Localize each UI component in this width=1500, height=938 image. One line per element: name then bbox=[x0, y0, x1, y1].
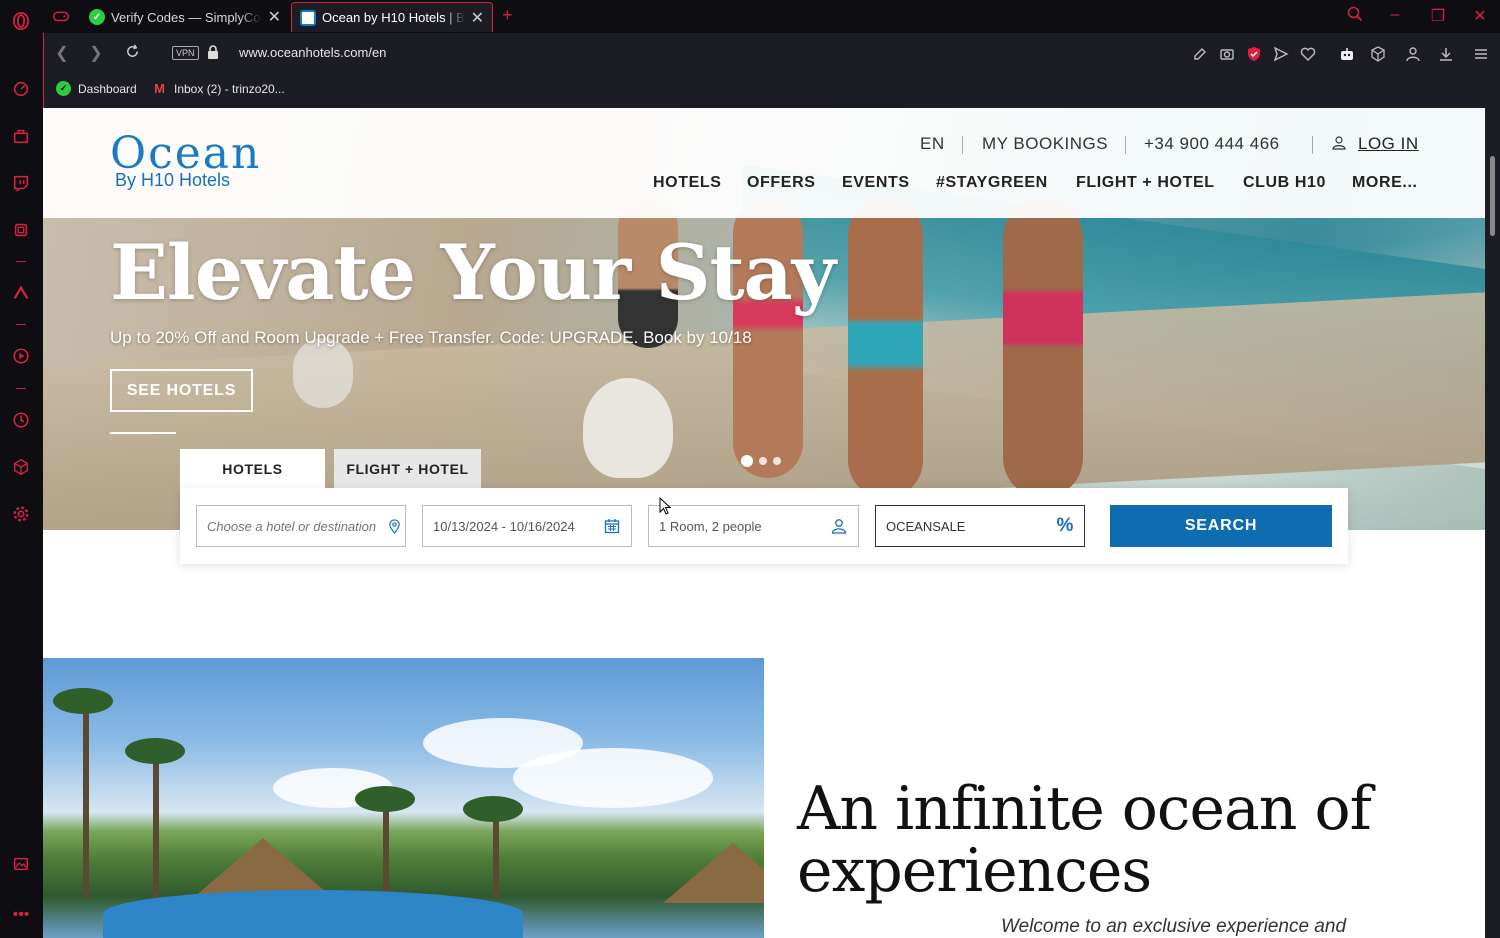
guests-value: 1 Room, 2 people bbox=[659, 518, 762, 534]
carousel-dots bbox=[741, 455, 781, 467]
close-window-button[interactable]: ✕ bbox=[1470, 6, 1490, 26]
lock-icon[interactable] bbox=[207, 45, 219, 59]
hero-progress-line bbox=[110, 432, 176, 434]
guests-field[interactable]: 1 Room, 2 people bbox=[648, 505, 859, 547]
speed-dial-icon[interactable] bbox=[11, 79, 31, 99]
forward-button[interactable]: ❯ bbox=[86, 44, 106, 64]
hero-subtitle: Up to 20% Off and Room Upgrade + Free Tr… bbox=[110, 328, 752, 347]
close-tab-icon[interactable]: ✕ bbox=[471, 8, 484, 28]
section-title-line1: An infinite ocean of bbox=[797, 774, 1372, 844]
dates-value: 10/13/2024 - 10/16/2024 bbox=[433, 518, 575, 534]
heart-icon[interactable] bbox=[1299, 45, 1317, 63]
easy-setup-menu-icon[interactable] bbox=[1472, 45, 1490, 63]
nav-hotels[interactable]: HOTELS bbox=[653, 174, 722, 192]
see-hotels-button[interactable]: SEE HOTELS bbox=[110, 369, 253, 412]
carousel-dot[interactable] bbox=[741, 455, 753, 467]
section-title: An infinite ocean of experiences bbox=[797, 774, 1372, 906]
destination-field[interactable] bbox=[196, 505, 406, 547]
back-button[interactable]: ❮ bbox=[52, 44, 72, 64]
page-viewport: Ocean By H10 Hotels EN MY BOOKINGS +34 9… bbox=[43, 108, 1485, 938]
camera-icon[interactable] bbox=[1218, 45, 1236, 63]
carousel-dot[interactable] bbox=[773, 457, 781, 465]
twitch-icon[interactable] bbox=[11, 173, 31, 193]
bookmark-dashboard[interactable]: ✓ Dashboard bbox=[56, 81, 137, 96]
download-icon[interactable] bbox=[1437, 45, 1455, 63]
tab-verify-codes[interactable]: ✓ Verify Codes — SimplyCodes ✕ bbox=[81, 2, 289, 32]
dashboard-icon: ✓ bbox=[56, 81, 71, 96]
booking-form: 10/13/2024 - 10/16/2024 1 Room, 2 people… bbox=[180, 488, 1348, 564]
nav-more[interactable]: MORE... bbox=[1352, 174, 1418, 192]
ai-bot-icon[interactable] bbox=[1338, 45, 1356, 63]
address-bar: ❮ ❯ VPN www.oceanhotels.com/en bbox=[43, 33, 1500, 75]
url-field[interactable]: www.oceanhotels.com/en bbox=[239, 45, 386, 60]
extensions-cube-icon[interactable] bbox=[11, 457, 31, 477]
bookmark-inbox[interactable]: M Inbox (2) - trinzo20... bbox=[152, 81, 285, 96]
booking-tab-flight-hotel[interactable]: FLIGHT + HOTEL bbox=[334, 449, 481, 488]
calendar-icon bbox=[603, 517, 621, 535]
gamepad-icon[interactable] bbox=[51, 6, 71, 26]
promo-code-value: OCEANSALE bbox=[886, 518, 966, 534]
browser-sidebar: ••• bbox=[0, 0, 43, 938]
resort-image bbox=[43, 658, 764, 938]
edit-icon[interactable] bbox=[1191, 45, 1209, 63]
tab-title: Verify Codes — SimplyCodes bbox=[111, 9, 262, 25]
hero-title: Elevate Your Stay bbox=[110, 228, 836, 317]
simplycodes-icon: ✓ bbox=[89, 9, 105, 25]
logo-subtitle[interactable]: By H10 Hotels bbox=[115, 170, 230, 191]
player-icon[interactable] bbox=[11, 346, 31, 366]
ai-chip-icon[interactable] bbox=[11, 220, 31, 240]
dates-field[interactable]: 10/13/2024 - 10/16/2024 bbox=[422, 505, 632, 547]
mouse-cursor-icon bbox=[659, 497, 671, 515]
tab-ocean-hotels[interactable]: Ocean by H10 Hotels | Book ✕ bbox=[291, 2, 493, 32]
promo-code-field[interactable]: OCEANSALE % bbox=[875, 505, 1085, 547]
pinned-app-icon[interactable] bbox=[11, 283, 31, 303]
nav-staygreen[interactable]: #STAYGREEN bbox=[936, 174, 1048, 192]
nav-offers[interactable]: OFFERS bbox=[747, 174, 816, 192]
profile-icon[interactable] bbox=[1404, 45, 1422, 63]
nav-events[interactable]: EVENTS bbox=[842, 174, 910, 192]
shopping-icon[interactable] bbox=[11, 126, 31, 146]
gallery-icon[interactable] bbox=[11, 854, 31, 874]
page-scrollbar[interactable] bbox=[1485, 108, 1500, 938]
section-title-line2: experiences bbox=[797, 836, 1152, 906]
user-icon bbox=[1332, 136, 1346, 150]
settings-gear-icon[interactable] bbox=[11, 504, 31, 524]
carousel-dot[interactable] bbox=[759, 457, 767, 465]
my-bookings-link[interactable]: MY BOOKINGS bbox=[982, 134, 1108, 154]
section-intro-text: Welcome to an exclusive experience and bbox=[1001, 916, 1347, 937]
nav-flight-hotel[interactable]: FLIGHT + HOTEL bbox=[1076, 174, 1215, 192]
minimize-button[interactable]: – bbox=[1385, 6, 1405, 24]
vpn-badge[interactable]: VPN bbox=[172, 46, 199, 60]
tab-strip: ✓ Verify Codes — SimplyCodes ✕ Ocean by … bbox=[43, 0, 1500, 33]
tab-title: Ocean by H10 Hotels | Book bbox=[322, 10, 465, 25]
gmail-icon: M bbox=[154, 81, 165, 96]
site-header: Ocean By H10 Hotels EN MY BOOKINGS +34 9… bbox=[43, 108, 1485, 218]
more-dots-icon[interactable]: ••• bbox=[11, 905, 31, 925]
phone-number[interactable]: +34 900 444 466 bbox=[1144, 134, 1280, 154]
scrollbar-thumb[interactable] bbox=[1490, 156, 1495, 236]
close-tab-icon[interactable]: ✕ bbox=[268, 7, 281, 27]
person-icon bbox=[830, 517, 848, 535]
nav-club-h10[interactable]: CLUB H10 bbox=[1243, 174, 1326, 192]
percent-icon: % bbox=[1056, 515, 1074, 536]
extensions-icon[interactable] bbox=[1369, 45, 1387, 63]
login-link[interactable]: LOG IN bbox=[1358, 134, 1419, 154]
opera-logo-icon[interactable] bbox=[11, 11, 31, 31]
destination-input[interactable] bbox=[207, 518, 385, 534]
new-tab-button[interactable]: + bbox=[502, 5, 513, 26]
bookmark-label: Dashboard bbox=[78, 81, 137, 96]
adblock-shield-icon[interactable] bbox=[1245, 45, 1263, 63]
search-tabs-icon[interactable] bbox=[1345, 6, 1365, 27]
restore-button[interactable]: ❐ bbox=[1428, 6, 1448, 26]
language-selector[interactable]: EN bbox=[920, 134, 945, 154]
ocean-icon bbox=[300, 9, 316, 26]
reload-button[interactable] bbox=[122, 44, 142, 64]
location-pin-icon bbox=[385, 517, 403, 535]
bookmark-label: Inbox (2) - trinzo20... bbox=[174, 81, 285, 96]
send-icon[interactable] bbox=[1272, 45, 1290, 63]
search-button[interactable]: SEARCH bbox=[1110, 505, 1332, 547]
booking-tab-hotels[interactable]: HOTELS bbox=[180, 449, 325, 488]
bookmarks-bar: ✓ Dashboard M Inbox (2) - trinzo20... bbox=[43, 75, 1500, 108]
history-icon[interactable] bbox=[11, 410, 31, 430]
